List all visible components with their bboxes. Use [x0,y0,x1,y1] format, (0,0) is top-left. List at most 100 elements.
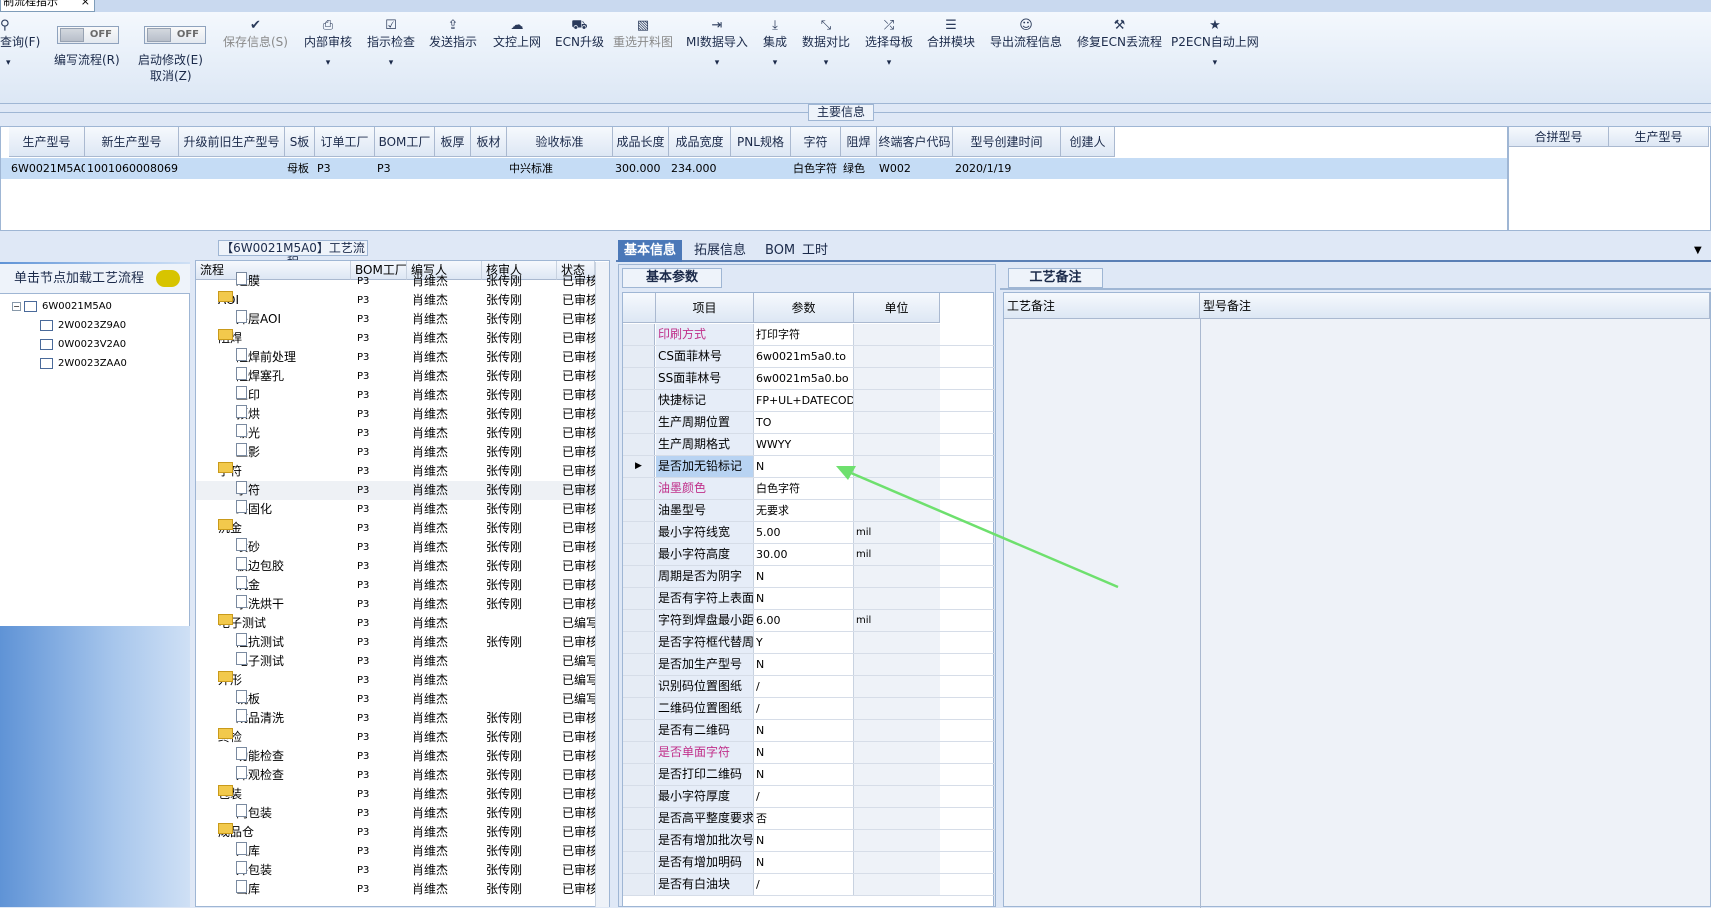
param-row[interactable]: 是否打印二维码 N [623,764,995,786]
main-row-cell[interactable] [731,158,791,179]
reselect-map-button[interactable]: ▧ 重选开料图 [613,18,673,50]
internal-review-button[interactable]: ⎙ 内部审核 ▾ [304,18,352,70]
process-row[interactable]: 内包装 P3 肖维杰 张传刚 已审核 [196,804,596,823]
main-col-header[interactable]: 终端客户代码 [877,127,953,157]
process-row[interactable]: −电子测试 P3 肖维杰 已编写 [196,614,596,633]
param-row[interactable]: 印刷方式 打印字符 [623,324,995,346]
process-scrollbar[interactable] [595,262,609,907]
main-col-header[interactable]: 验收标准 [507,127,613,157]
process-row[interactable]: 铣板 P3 肖维杰 已编写 [196,690,596,709]
close-icon[interactable]: × [81,0,90,10]
param-col-header[interactable]: 参数 [754,293,854,323]
param-value[interactable]: N [754,764,854,785]
main-col-header[interactable]: BOM工厂 [375,127,435,157]
query-button[interactable]: ⚲ 查询(F) ▾ [0,18,40,70]
param-row[interactable]: 是否单面字符 N [623,742,995,764]
process-row[interactable]: 沉金 P3 肖维杰 张传刚 已审核 [196,576,596,595]
merge-model-grid[interactable]: 合拼型号 生产型号 [1508,126,1711,231]
main-row-cell[interactable] [1061,158,1115,179]
param-row[interactable]: 生产周期位置 TO [623,412,995,434]
tree-node[interactable]: 2W0023ZAA0 [40,357,127,371]
main-row-cell[interactable] [435,158,471,179]
merge-module-button[interactable]: ☰ 合拼模块 [927,18,975,50]
param-row[interactable]: 生产周期格式 WWYY [623,434,995,456]
param-value[interactable]: N [754,830,854,851]
upload-network-button[interactable]: ☁ 文控上网 [493,18,541,50]
process-row[interactable]: 板边包胶 P3 肖维杰 张传刚 已审核 [196,557,596,576]
export-info-button[interactable]: ☺ 导出流程信息 [990,18,1062,50]
main-info-grid[interactable]: 生产型号 6W0021M5A0 新生产型号 10010600080697 升级前旧生产型… [0,126,1508,231]
param-row[interactable]: 是否高平整度要求否 [623,808,995,830]
process-row[interactable]: 成品清洗 P3 肖维杰 张传刚 已审核 [196,709,596,728]
center-tab[interactable]: 工时 [796,240,834,262]
main-col-header[interactable]: 成品长度 [613,127,669,157]
main-row-cell[interactable]: P3 [315,158,375,179]
process-row[interactable]: −AOI P3 肖维杰 张传刚 已审核 [196,291,596,310]
process-row[interactable]: 曝光 P3 肖维杰 张传刚 已审核 [196,424,596,443]
main-row-cell[interactable]: 绿色 [841,158,877,179]
main-col-header[interactable]: 型号创建时间 [953,127,1061,157]
tree-node[interactable]: 0W0023V2A0 [40,338,126,352]
param-row[interactable]: 是否加生产型号 N [623,654,995,676]
param-row[interactable]: 是否字符框代替周期Y [623,632,995,654]
main-col-header[interactable]: 生产型号 [9,127,85,157]
param-value[interactable]: / [754,676,854,697]
center-tab[interactable]: 拓展信息 [688,240,752,262]
param-value[interactable]: N [754,720,854,741]
main-row-cell[interactable]: 白色字符 [791,158,841,179]
main-col-header[interactable]: PNL规格 [731,127,791,157]
param-row[interactable]: 字符到焊盘最小距离6.00mil [623,610,995,632]
main-col-header[interactable]: S板 [285,127,315,157]
param-col-header[interactable]: 项目 [656,293,754,323]
write-process-toggle[interactable]: OFF [57,26,119,44]
param-row[interactable]: 是否有白油块 / [623,874,995,896]
document-tab[interactable]: 制流程指示 × [0,0,95,12]
process-row[interactable]: 电子测试 P3 肖维杰 已编写 [196,652,596,671]
merge-col-header[interactable]: 合拼型号 [1509,127,1609,147]
param-value[interactable]: FP+UL+DATECODE [754,390,854,411]
process-row[interactable]: 水洗烘干 P3 肖维杰 张传刚 已审核 [196,595,596,614]
center-tab[interactable]: BOM [759,240,801,262]
main-row-cell[interactable]: 300.000 [613,158,669,179]
process-row[interactable]: 终固化 P3 肖维杰 张传刚 已审核 [196,500,596,519]
tree-node[interactable]: 2W0023Z9A0 [40,319,126,333]
param-value[interactable]: 打印字符 [754,324,854,345]
process-row[interactable]: −包装 P3 肖维杰 张传刚 已审核 [196,785,596,804]
param-value[interactable]: TO [754,412,854,433]
main-row-cell[interactable] [179,158,285,179]
tree-node[interactable]: − 6W0021M5A0 [12,300,112,314]
collapse-icon[interactable]: − [12,301,21,311]
process-row[interactable]: 字符 P3 肖维杰 张传刚 已审核 [196,481,596,500]
param-row[interactable]: 快捷标记 FP+UL+DATECODE [623,390,995,412]
process-row[interactable]: 入库 P3 肖维杰 张传刚 已审核 [196,842,596,861]
param-value[interactable]: / [754,786,854,807]
param-value[interactable]: 6.00 [754,610,854,631]
process-row[interactable]: 显影 P3 肖维杰 张传刚 已审核 [196,443,596,462]
param-value[interactable]: 6w0021m5a0.bo [754,368,854,389]
param-value[interactable]: 6w0021m5a0.to [754,346,854,367]
integrate-button[interactable]: ⤓ 集成 ▾ [763,18,787,70]
param-value[interactable]: 否 [754,808,854,829]
main-col-header[interactable]: 阻焊 [841,127,877,157]
param-col-header[interactable]: 单位 [854,293,940,323]
process-row[interactable]: −沉金 P3 肖维杰 张传刚 已审核 [196,519,596,538]
process-row[interactable]: 预烘 P3 肖维杰 张传刚 已审核 [196,405,596,424]
process-row[interactable]: 出库 P3 肖维杰 张传刚 已审核 [196,880,596,899]
model-tree[interactable]: − 6W0021M5A0 2W0023Z9A0 0W0023V2A0 2W0023ZAA… [0,294,190,626]
process-row[interactable]: 阻抗测试 P3 肖维杰 张传刚 已审核 [196,633,596,652]
mi-import-button[interactable]: ⇥ MI数据导入 ▾ [686,18,748,70]
process-row[interactable]: −终检 P3 肖维杰 张传刚 已审核 [196,728,596,747]
save-info-button[interactable]: ✔ 保存信息(S) [223,18,288,50]
process-row[interactable]: 功能检查 P3 肖维杰 张传刚 已审核 [196,747,596,766]
main-row-cell[interactable]: W002 [877,158,953,179]
param-row[interactable]: 是否有增加批次号 N [623,830,995,852]
param-value[interactable]: / [754,698,854,719]
main-col-header[interactable]: 创建人 [1061,127,1115,157]
main-row-cell[interactable] [471,158,507,179]
main-row-cell[interactable]: 6W0021M5A0 [9,158,85,179]
param-value[interactable]: / [754,874,854,895]
param-row[interactable]: CS面菲林号 6w0021m5a0.to [623,346,995,368]
param-row[interactable]: SS面菲林号 6w0021m5a0.bo [623,368,995,390]
main-col-header[interactable]: 成品宽度 [669,127,731,157]
main-col-header[interactable]: 新生产型号 [85,127,179,157]
